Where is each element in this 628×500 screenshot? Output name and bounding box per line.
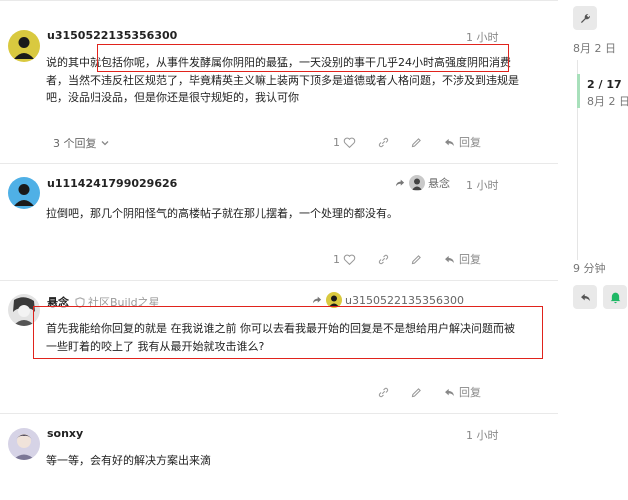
edit-button[interactable] <box>410 136 423 149</box>
post-username[interactable]: sonxy <box>47 427 83 440</box>
timeline-position-date: 8月 2 日 <box>587 95 628 108</box>
reply-to-avatar <box>409 175 425 191</box>
post-date[interactable]: 1 小时 <box>466 177 499 193</box>
avatar[interactable] <box>8 428 40 460</box>
reply-to-username: 悬念 <box>428 177 450 190</box>
reply-icon <box>445 138 454 146</box>
post-username[interactable]: u3150522135356300 <box>47 29 177 42</box>
reply-to-indicator[interactable]: 悬念 <box>394 175 450 191</box>
post-divider <box>0 413 558 414</box>
share-link-button[interactable] <box>377 386 390 399</box>
like-count: 1 <box>333 135 340 149</box>
share-link-button[interactable] <box>377 253 390 266</box>
post-date[interactable]: 1 小时 <box>466 427 499 443</box>
edit-button[interactable] <box>410 386 423 399</box>
link-icon <box>378 254 389 264</box>
reply-icon <box>445 388 454 396</box>
post-line: 吧，没品归没品，但是你还是很守规矩的，我认可你 <box>46 91 299 104</box>
admin-wrench-button[interactable] <box>573 6 597 30</box>
chevron-down-icon <box>101 141 108 146</box>
share-reply-icon <box>312 296 322 304</box>
post-divider <box>0 280 558 281</box>
avatar[interactable] <box>8 30 40 62</box>
bell-icon <box>610 292 620 303</box>
reply-button[interactable]: 回复 <box>443 251 481 267</box>
reply-button[interactable]: 回复 <box>443 384 481 400</box>
edit-button[interactable] <box>410 253 423 266</box>
timeline-top-date[interactable]: 8月 2 日 <box>573 40 616 56</box>
post-username[interactable]: u1114241799029626 <box>47 177 177 190</box>
reply-icon <box>445 255 454 263</box>
timeline-scroll-handle[interactable] <box>577 74 580 108</box>
post-content: 等一等，会有好的解决方案出来滴 <box>46 452 556 470</box>
reply-button[interactable]: 回复 <box>443 134 481 150</box>
replies-count-label: 3 个回复 <box>53 137 97 150</box>
post-actions: 回复 <box>377 384 481 400</box>
pencil-icon <box>411 387 421 397</box>
post-date[interactable]: 1 小时 <box>466 29 499 45</box>
like-button[interactable]: 1 <box>333 253 356 266</box>
highlight-box <box>97 44 509 72</box>
link-icon <box>378 137 389 147</box>
reply-label: 回复 <box>459 253 481 266</box>
heart-icon <box>343 137 356 148</box>
reply-to-username: u3150522135356300 <box>345 293 464 307</box>
reply-label: 回复 <box>459 136 481 149</box>
pencil-icon <box>411 254 421 264</box>
timeline-last-activity[interactable]: 9 分钟 <box>573 260 606 276</box>
post-actions: 1 回复 <box>333 134 481 150</box>
like-button[interactable]: 1 <box>333 136 356 149</box>
like-count: 1 <box>333 252 340 266</box>
pencil-icon <box>411 137 421 147</box>
post-divider <box>0 163 558 164</box>
heart-icon <box>343 254 356 265</box>
share-reply-icon <box>395 179 405 187</box>
post-actions: 1 回复 <box>333 251 481 267</box>
timeline-position: 2 / 17 <box>587 78 622 91</box>
post-line: 者，当然不违反社区规范了，毕竟精英主义嘛上装两下顶多是道德或者人格问题，不涉及到… <box>46 73 519 87</box>
reply-label: 回复 <box>459 386 481 399</box>
avatar[interactable] <box>8 177 40 209</box>
wrench-icon <box>580 13 590 23</box>
share-link-button[interactable] <box>377 136 390 149</box>
replies-toggle-button[interactable]: 3 个回复 <box>53 135 110 151</box>
post-content: 拉倒吧，那几个阴阳怪气的高楼帖子就在那儿摆着，一个处理的都没有。 <box>46 205 556 223</box>
link-icon <box>378 387 389 397</box>
timeline-reply-button[interactable] <box>573 285 597 309</box>
post-line: 拉倒吧，那几个阴阳怪气的高楼帖子就在那儿摆着，一个处理的都没有。 <box>46 207 398 220</box>
top-divider <box>0 0 558 1</box>
reply-icon <box>580 293 590 301</box>
highlight-box <box>33 306 543 359</box>
post-line: 等一等，会有好的解决方案出来滴 <box>46 454 211 467</box>
notification-button[interactable] <box>603 285 627 309</box>
